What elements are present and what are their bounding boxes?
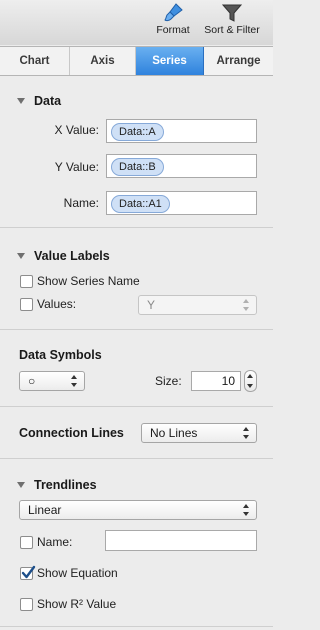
format-button[interactable]: Format — [150, 2, 196, 36]
tab-axis[interactable]: Axis — [70, 47, 136, 75]
collapse-triangle-icon[interactable] — [17, 98, 25, 104]
x-value-token[interactable]: Data::A — [111, 123, 164, 141]
size-stepper[interactable] — [244, 370, 257, 392]
divider — [0, 406, 273, 407]
values-select-value: Y — [147, 298, 156, 312]
trendline-type-select[interactable]: Linear — [19, 500, 257, 520]
x-value-label: X Value: — [54, 123, 99, 137]
x-value-field[interactable]: Data::A — [106, 119, 257, 143]
show-r2-label: Show R² Value — [37, 597, 117, 611]
divider — [0, 227, 273, 228]
data-symbols-title: Data Symbols — [19, 348, 102, 362]
show-r2-checkbox[interactable] — [20, 598, 33, 611]
tab-chart[interactable]: Chart — [0, 47, 70, 75]
select-arrows-icon — [71, 375, 79, 387]
paintbrush-icon — [164, 3, 183, 22]
connection-lines-title: Connection Lines — [19, 426, 124, 440]
divider — [0, 458, 273, 459]
show-series-name-checkbox[interactable] — [20, 275, 33, 288]
value-labels-title: Value Labels — [34, 249, 110, 263]
divider — [0, 626, 273, 627]
trendlines-title: Trendlines — [34, 478, 97, 492]
toolbar: Format Sort & Filter — [0, 0, 273, 45]
values-checkbox[interactable] — [20, 298, 33, 311]
connection-lines-select[interactable]: No Lines — [141, 423, 257, 443]
trendline-name-label: Name: — [37, 535, 73, 549]
y-value-token[interactable]: Data::B — [111, 158, 164, 176]
select-arrows-icon — [243, 504, 251, 516]
name-label: Name: — [63, 196, 99, 210]
trendline-name-checkbox[interactable] — [20, 536, 33, 549]
funnel-icon — [221, 4, 243, 22]
series-panel: Data X Value: Data::A Y Value: Data::B N… — [0, 76, 273, 630]
symbol-select[interactable]: ○ — [19, 371, 85, 391]
name-token[interactable]: Data::A1 — [111, 195, 170, 213]
select-arrows-icon — [243, 299, 251, 311]
sort-filter-button[interactable]: Sort & Filter — [199, 2, 265, 36]
symbol-select-value: ○ — [28, 374, 36, 388]
show-series-name-label: Show Series Name — [37, 274, 140, 288]
trendline-name-field[interactable] — [105, 530, 257, 551]
tab-arrange[interactable]: Arrange — [204, 47, 273, 75]
size-field[interactable]: 10 — [191, 371, 241, 391]
divider — [0, 329, 273, 330]
y-value-field[interactable]: Data::B — [106, 154, 257, 178]
collapse-triangle-icon[interactable] — [17, 253, 25, 259]
trendline-type-value: Linear — [28, 503, 62, 517]
format-label: Format — [156, 24, 190, 36]
data-section-title: Data — [34, 94, 62, 108]
select-arrows-icon — [243, 427, 251, 439]
checkmark-icon — [21, 565, 36, 579]
sort-filter-label: Sort & Filter — [204, 24, 260, 36]
values-select: Y — [138, 295, 257, 315]
inspector-tabs: Chart Axis Series Arrange — [0, 46, 273, 76]
y-value-label: Y Value: — [54, 160, 99, 174]
show-equation-label: Show Equation — [37, 566, 118, 580]
tab-series[interactable]: Series — [136, 47, 204, 75]
size-label: Size: — [155, 374, 182, 388]
connection-lines-value: No Lines — [150, 426, 198, 440]
name-field[interactable]: Data::A1 — [106, 191, 257, 215]
values-label: Values: — [37, 297, 77, 311]
collapse-triangle-icon[interactable] — [17, 482, 25, 488]
show-equation-checkbox[interactable] — [20, 565, 36, 580]
